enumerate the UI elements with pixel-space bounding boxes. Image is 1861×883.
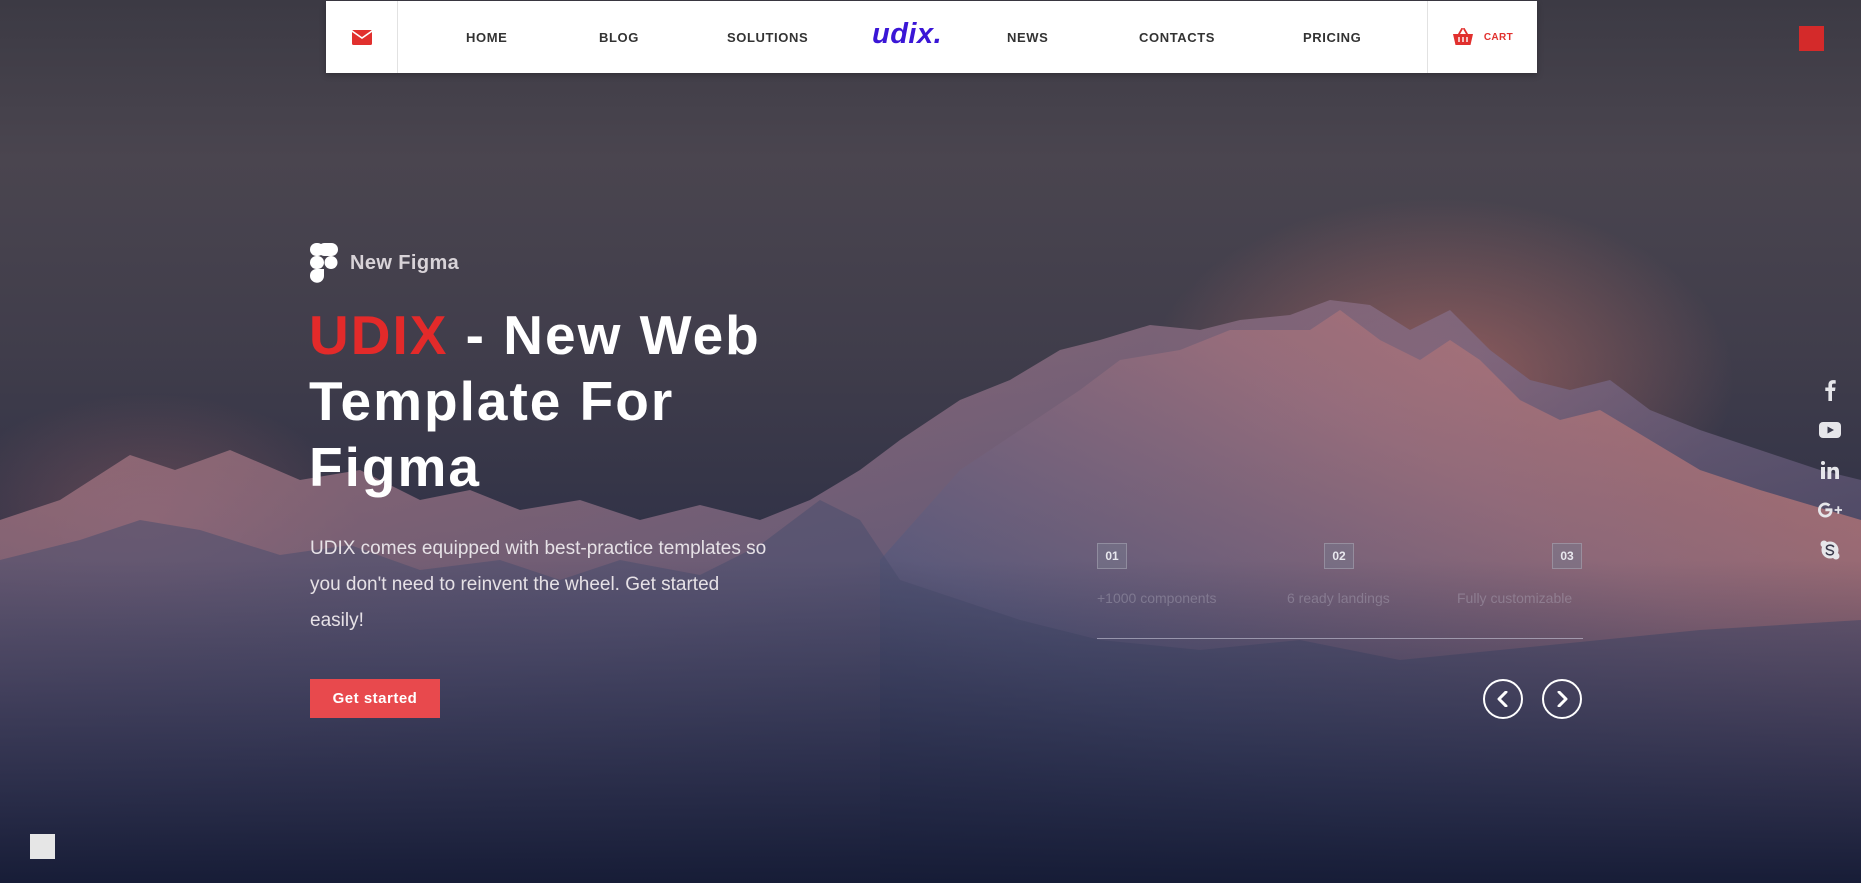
nav-link-contacts[interactable]: CONTACTS xyxy=(1139,30,1215,45)
youtube-icon xyxy=(1819,422,1841,438)
nav-link-news[interactable]: NEWS xyxy=(1007,30,1048,45)
google-plus-icon xyxy=(1818,502,1842,518)
get-started-button[interactable]: Get started xyxy=(310,679,440,718)
nav-link-blog[interactable]: BLOG xyxy=(599,30,639,45)
linkedin-icon xyxy=(1821,461,1839,479)
previous-slide-button[interactable] xyxy=(1483,679,1523,719)
step-number-3[interactable]: 03 xyxy=(1552,543,1582,569)
skype-link[interactable] xyxy=(1818,538,1842,562)
slider-progress-line xyxy=(1097,638,1583,639)
headline-accent: UDIX xyxy=(309,304,449,366)
brand-row: New Figma xyxy=(310,243,459,283)
google-plus-link[interactable] xyxy=(1818,498,1842,522)
nav-link-solutions[interactable]: SOLUTIONS xyxy=(727,30,808,45)
nav-link-home[interactable]: HOME xyxy=(466,30,507,45)
chevron-right-icon xyxy=(1557,691,1568,707)
youtube-link[interactable] xyxy=(1818,418,1842,442)
skype-icon xyxy=(1820,540,1840,560)
mail-button[interactable] xyxy=(326,1,398,73)
hero-description: UDIX comes equipped with best-practice t… xyxy=(310,538,767,631)
linkedin-link[interactable] xyxy=(1818,458,1842,482)
top-navigation-bar: HOME BLOG SOLUTIONS udix. NEWS CONTACTS … xyxy=(326,1,1537,73)
step-number-2[interactable]: 02 xyxy=(1324,543,1354,569)
hero-headline: UDIX - New Web Template For Figma xyxy=(309,302,829,500)
figma-icon xyxy=(310,243,338,283)
envelope-icon xyxy=(351,29,372,45)
step-label-3: Fully customizable xyxy=(1457,590,1573,606)
udix-logo[interactable]: udix. xyxy=(872,18,942,51)
step-label-2: 6 ready landings xyxy=(1287,590,1390,606)
red-corner-button[interactable] xyxy=(1799,26,1824,51)
step-label-1: +1000 components xyxy=(1097,590,1217,606)
facebook-icon xyxy=(1825,380,1836,401)
scroll-square-button[interactable] xyxy=(30,834,55,859)
step-number-1[interactable]: 01 xyxy=(1097,543,1127,569)
cart-button[interactable]: CART xyxy=(1427,1,1537,73)
chevron-left-icon xyxy=(1497,691,1508,707)
brand-label: New Figma xyxy=(350,251,460,274)
hero-background-mountains xyxy=(0,300,1861,883)
facebook-link[interactable] xyxy=(1818,378,1842,402)
next-slide-button[interactable] xyxy=(1542,679,1582,719)
basket-icon xyxy=(1452,28,1473,45)
nav-link-pricing[interactable]: PRICING xyxy=(1303,30,1361,45)
cart-label: CART xyxy=(1483,31,1514,43)
